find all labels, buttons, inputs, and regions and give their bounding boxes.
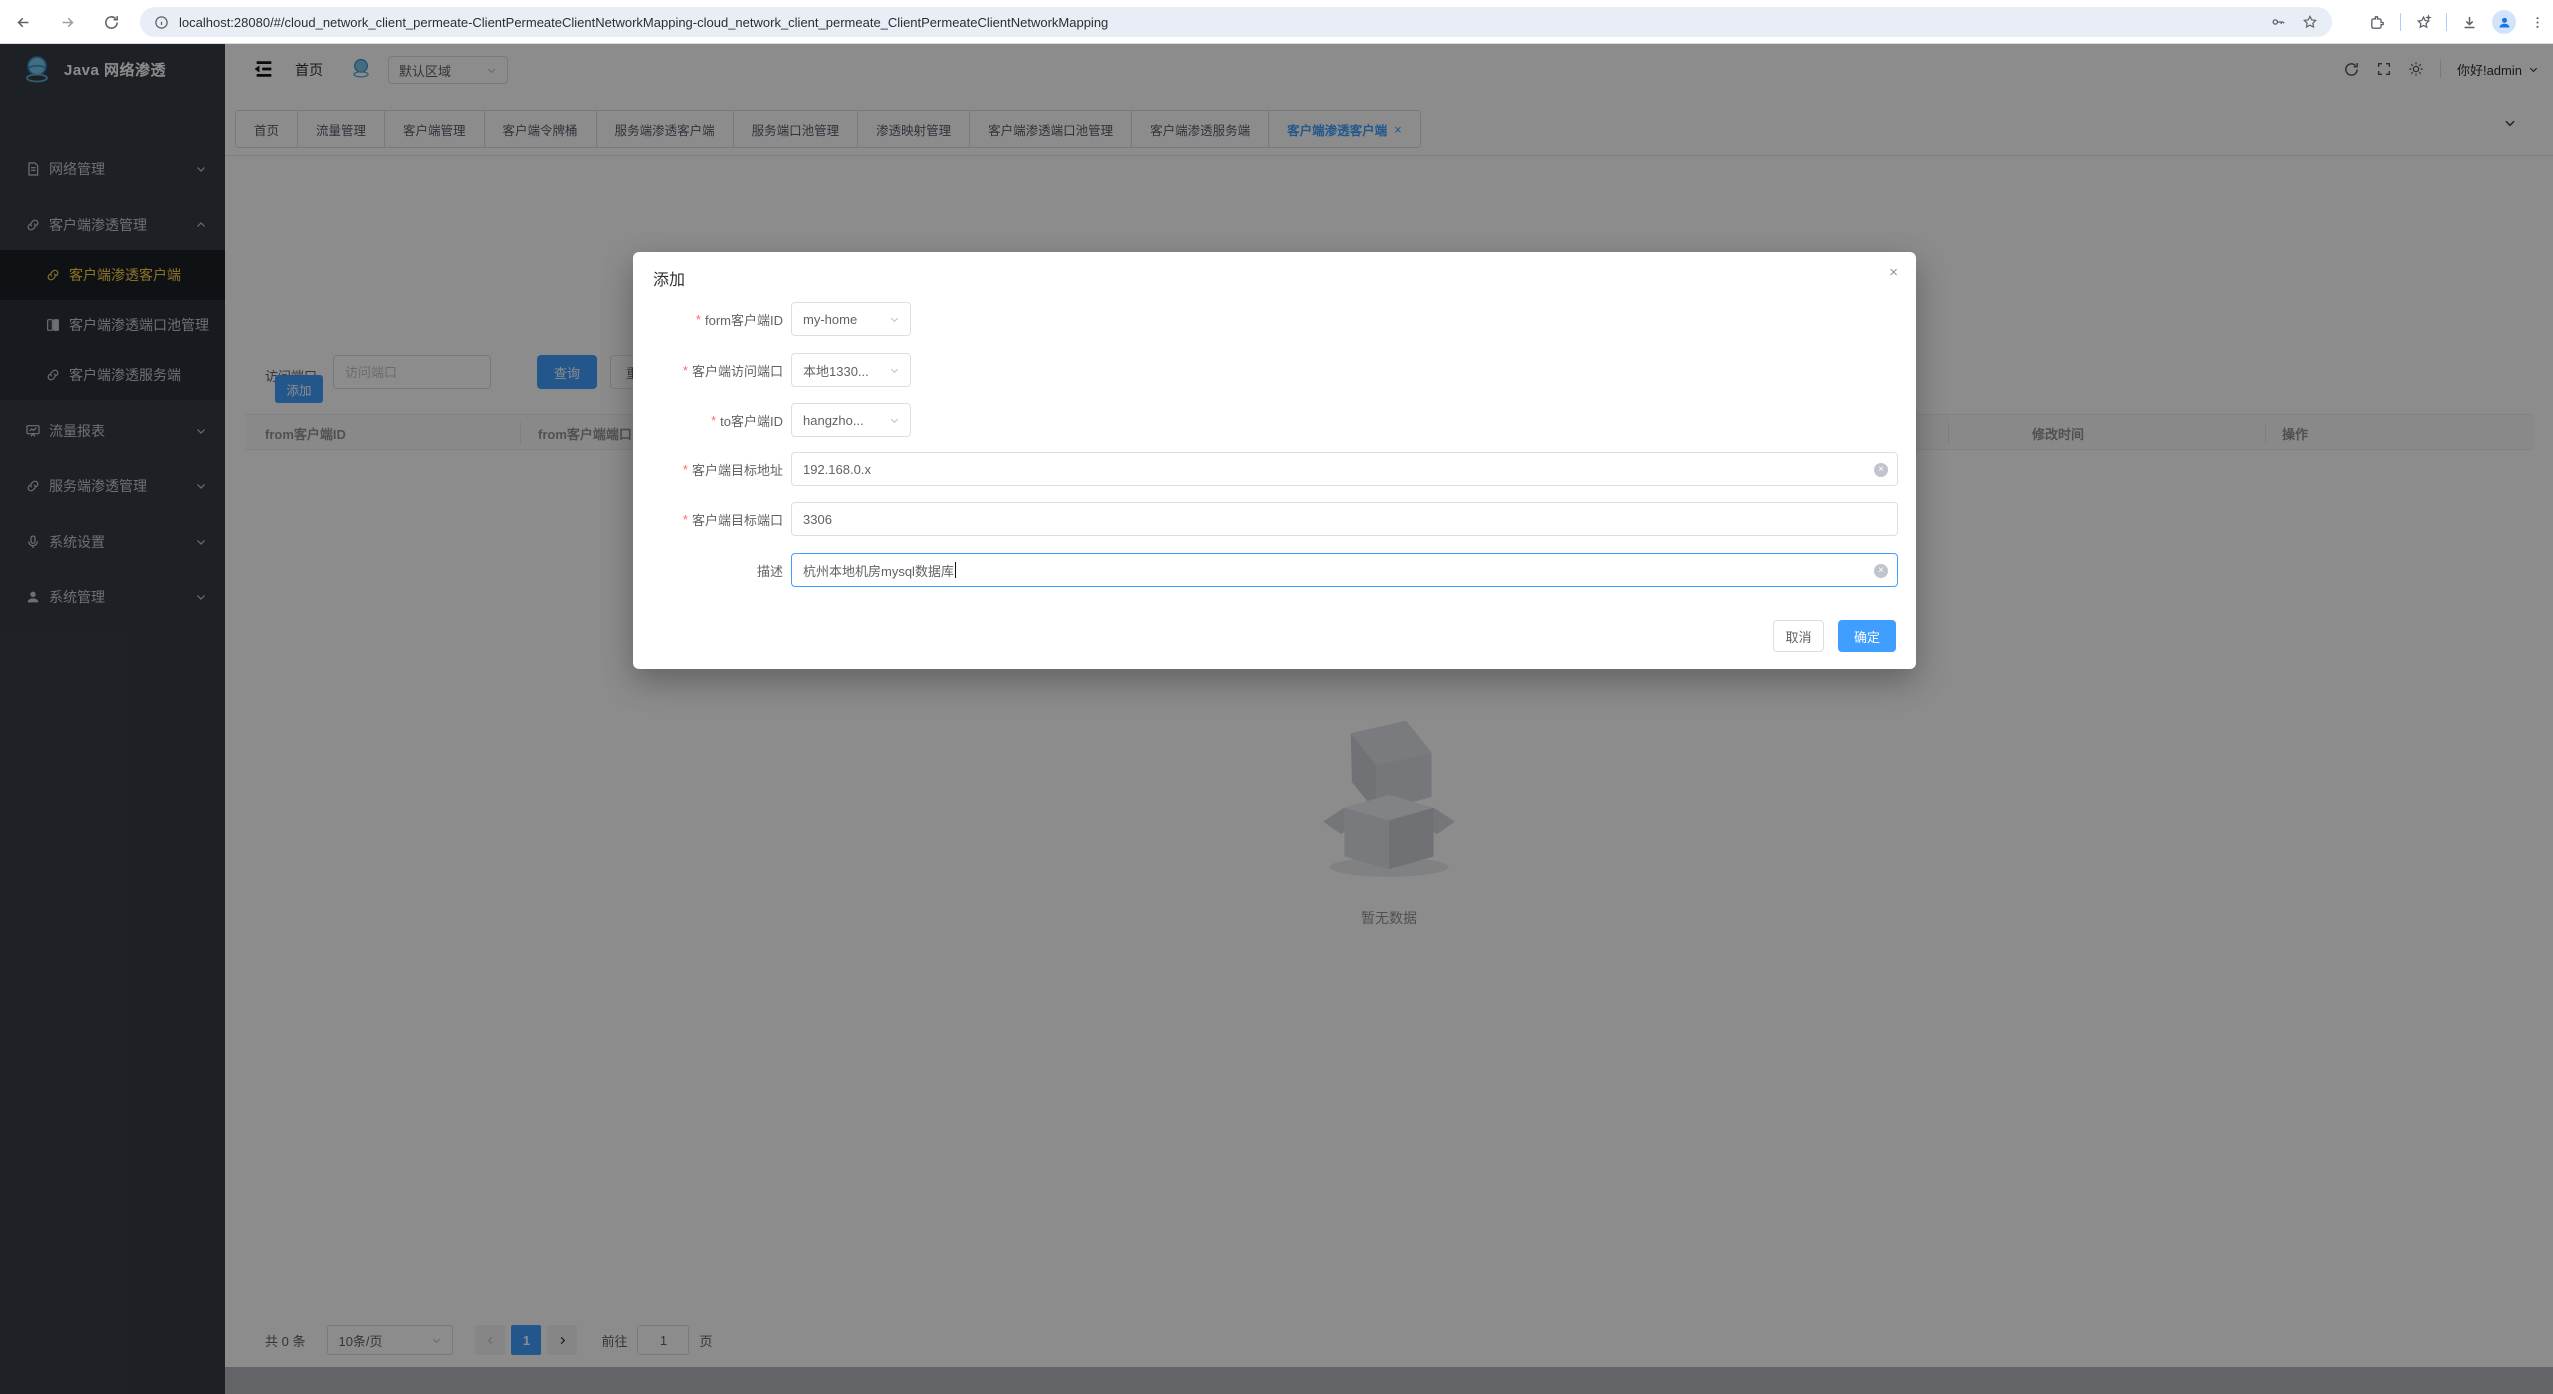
client-target-port-input[interactable]: 3306 <box>791 502 1898 536</box>
extensions-puzzle-icon[interactable] <box>2369 14 2386 31</box>
field-label-to-client-id: * to客户端ID <box>649 403 783 437</box>
input-value: 3306 <box>803 512 832 527</box>
toolbar-divider <box>2446 13 2447 31</box>
client-access-port-select[interactable]: 本地1330... <box>791 353 911 387</box>
browser-forward-icon[interactable] <box>52 7 82 37</box>
bookmark-star-icon[interactable] <box>2302 14 2318 30</box>
confirm-button[interactable]: 确定 <box>1838 620 1896 652</box>
profile-avatar[interactable] <box>2492 10 2516 34</box>
text-caret <box>955 562 956 578</box>
modal-overlay[interactable] <box>0 44 2553 1394</box>
screen: localhost:28080/#/cloud_network_client_p… <box>0 0 2553 1394</box>
cancel-button[interactable]: 取消 <box>1773 620 1824 652</box>
required-asterisk: * <box>683 462 688 477</box>
select-value: hangzho... <box>803 413 864 428</box>
site-info-icon[interactable] <box>154 15 169 30</box>
field-label-client-access-port: * 客户端访问端口 <box>649 353 783 387</box>
client-target-address-input[interactable]: 192.168.0.x × <box>791 452 1898 486</box>
clear-input-icon[interactable]: × <box>1874 564 1888 578</box>
description-input[interactable]: 杭州本地机房mysql数据库 × <box>791 553 1898 587</box>
to-client-id-select[interactable]: hangzho... <box>791 403 911 437</box>
browser-menu-kebab-icon[interactable] <box>2530 15 2545 30</box>
address-bar[interactable]: localhost:28080/#/cloud_network_client_p… <box>140 7 2332 37</box>
browser-toolbar: localhost:28080/#/cloud_network_client_p… <box>0 0 2553 44</box>
chevron-down-icon <box>889 365 900 376</box>
extension-star-icon[interactable] <box>2415 14 2432 31</box>
password-key-icon[interactable] <box>2270 14 2286 30</box>
field-label-client-target-port: * 客户端目标端口 <box>649 502 783 536</box>
dialog-title: 添加 <box>653 266 685 290</box>
required-asterisk: * <box>711 413 716 428</box>
dialog-close-icon[interactable]: × <box>1889 264 1898 281</box>
downloads-icon[interactable] <box>2461 14 2478 31</box>
toolbar-divider <box>2400 13 2401 31</box>
chevron-down-icon <box>889 415 900 426</box>
form-client-id-select[interactable]: my-home <box>791 302 911 336</box>
input-value: 192.168.0.x <box>803 462 871 477</box>
required-asterisk: * <box>683 363 688 378</box>
select-value: 本地1330... <box>803 361 869 380</box>
required-asterisk: * <box>683 512 688 527</box>
browser-back-icon[interactable] <box>8 7 38 37</box>
field-label-description: 描述 <box>649 553 783 587</box>
input-value: 杭州本地机房mysql数据库 <box>803 561 954 580</box>
select-value: my-home <box>803 312 857 327</box>
required-asterisk: * <box>696 312 701 327</box>
add-dialog: 添加 × * form客户端ID my-home * 客户端访问端口 本地133… <box>633 252 1916 669</box>
field-label-client-target-address: * 客户端目标地址 <box>649 452 783 486</box>
browser-reload-icon[interactable] <box>96 7 126 37</box>
clear-input-icon[interactable]: × <box>1874 463 1888 477</box>
field-label-form-client-id: * form客户端ID <box>649 302 783 336</box>
url-text: localhost:28080/#/cloud_network_client_p… <box>179 15 2270 30</box>
chevron-down-icon <box>889 314 900 325</box>
